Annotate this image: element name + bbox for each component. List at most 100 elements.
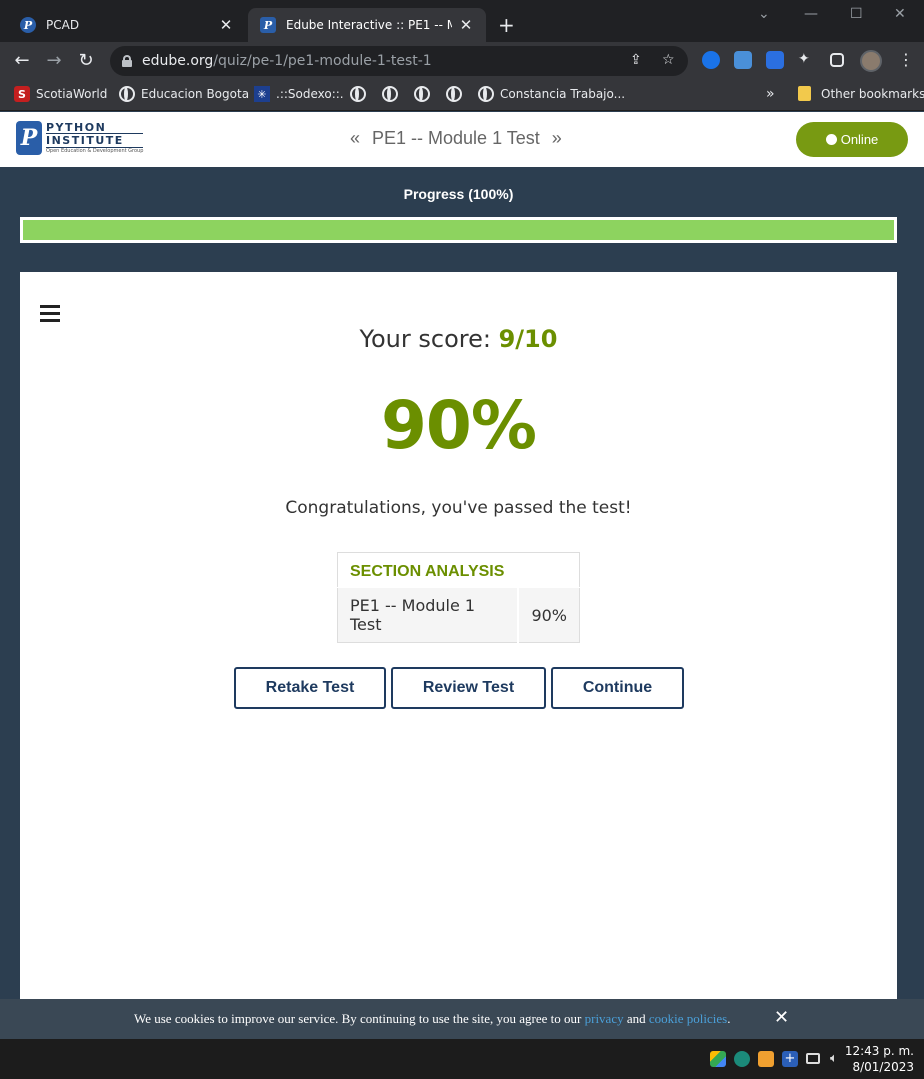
side-panel-icon[interactable] (830, 53, 844, 67)
globe-icon (478, 86, 494, 102)
section-analysis-title: SECTION ANALYSIS (350, 563, 505, 580)
globe-icon (446, 86, 462, 102)
system-clock[interactable]: 12:43 p. m. 8/01/2023 (845, 1043, 914, 1075)
previous-chevron-icon[interactable]: « (350, 128, 360, 149)
tab-search-icon[interactable]: ⌄ (758, 6, 770, 22)
logo-line3: Open Education & Development Group (46, 148, 144, 154)
profile-avatar[interactable] (860, 50, 882, 72)
python-institute-logo-icon: P (16, 121, 42, 155)
tab-title: PCAD (46, 18, 80, 32)
globe-icon (350, 86, 366, 102)
result-actions: Retake Test Review Test Continue (234, 667, 684, 709)
score-percent: 90% (381, 387, 537, 464)
progress-bar (20, 217, 897, 243)
clipboard-icon[interactable] (758, 1051, 774, 1067)
clock-date: 8/01/2023 (852, 1060, 914, 1074)
lock-icon (122, 55, 132, 67)
bookmark-scotiaworld[interactable]: S ScotiaWorld (14, 86, 107, 102)
maximize-icon[interactable]: ☐ (850, 6, 863, 22)
bookmarks-bar: S ScotiaWorld Educacion Bogota ✳ .::Sode… (0, 80, 924, 111)
menu-hamburger-icon[interactable] (40, 305, 60, 323)
cookie-close-icon[interactable]: ✕ (774, 1007, 789, 1028)
tab-title: Edube Interactive :: PE1 -- Modul (286, 18, 452, 32)
volume-icon[interactable]: 🔈︎ (830, 1051, 846, 1067)
cookie-text: We use cookies to improve our service. B… (134, 1011, 585, 1026)
bookmarks-overflow-button[interactable]: » (766, 86, 775, 102)
google-drive-icon[interactable] (710, 1051, 726, 1067)
forward-arrow-icon[interactable]: → (43, 50, 65, 72)
bookmark-globe-3[interactable] (414, 86, 436, 102)
python-institute-logo[interactable]: P PYTHON INSTITUTE Open Education & Deve… (16, 121, 144, 155)
tab-close-icon[interactable]: ✕ (218, 16, 234, 34)
bookmark-sodexo[interactable]: ✳ .::Sodexo::. (254, 86, 344, 102)
bookmark-label: ScotiaWorld (36, 87, 108, 101)
cookie-end: . (727, 1011, 731, 1026)
extension-cloud-icon[interactable] (734, 51, 752, 69)
pass-message: Congratulations, you've passed the test! (285, 498, 632, 518)
bookmark-label: Constancia Trabajo... (500, 87, 626, 101)
bookmark-label: .::Sodexo::. (276, 87, 344, 101)
cookie-and: and (623, 1011, 649, 1026)
online-status-button[interactable]: Online (796, 122, 908, 157)
logo-line1: PYTHON (46, 121, 107, 134)
back-arrow-icon[interactable]: ← (11, 50, 33, 72)
bookmark-label: Educacion Bogota (141, 87, 250, 101)
course-navigation: « PE1 -- Module 1 Test » (350, 128, 562, 149)
cookie-banner: We use cookies to improve our service. B… (0, 999, 924, 1039)
score-value: 9/10 (498, 325, 558, 353)
bookmark-globe-2[interactable] (382, 86, 404, 102)
bookmark-globe-4[interactable] (446, 86, 468, 102)
edge-tray-icon[interactable] (734, 1051, 750, 1067)
continue-button[interactable]: Continue (551, 667, 684, 709)
bookmark-globe-1[interactable] (350, 86, 372, 102)
section-analysis-table: SECTION ANALYSIS PE1 -- Module 1 Test 90… (337, 552, 580, 643)
extensions-puzzle-icon[interactable]: ✦ (798, 51, 816, 69)
tab-pcad[interactable]: P PCAD ✕ (8, 8, 246, 42)
progress-bar-fill (23, 220, 894, 240)
tab-close-icon[interactable]: ✕ (458, 16, 474, 34)
bookmark-star-icon[interactable]: ☆ (662, 52, 675, 68)
globe-icon (414, 86, 430, 102)
network-icon[interactable] (806, 1053, 820, 1064)
browser-toolbar: ← → ↻ edube.org/quiz/pe-1/pe1-module-1-t… (0, 42, 924, 80)
edube-favicon-icon: P (260, 17, 276, 33)
privacy-link[interactable]: privacy (585, 1011, 624, 1026)
section-score: 90% (517, 587, 580, 643)
extension-bookmark-icon[interactable] (702, 51, 720, 69)
table-row: PE1 -- Module 1 Test 90% (337, 587, 580, 643)
clock-time: 12:43 p. m. (844, 1044, 914, 1058)
next-chevron-icon[interactable]: » (552, 128, 562, 149)
sodexo-star-icon: ✳ (254, 86, 270, 102)
new-tab-button[interactable]: + (498, 14, 515, 36)
minimize-icon[interactable]: — (804, 6, 818, 22)
review-test-button[interactable]: Review Test (391, 667, 546, 709)
share-icon[interactable]: ⇪ (630, 52, 642, 68)
window-close-icon[interactable]: ✕ (894, 6, 906, 22)
address-bar[interactable]: edube.org/quiz/pe-1/pe1-module-1-test-1 … (110, 46, 688, 76)
url-domain: edube.org (142, 53, 214, 69)
retake-test-button[interactable]: Retake Test (234, 667, 386, 709)
windows-taskbar: + 🔈︎ 12:43 p. m. 8/01/2023 (0, 1039, 924, 1079)
bookmark-label: Other bookmarks (821, 86, 924, 101)
chrome-menu-icon[interactable]: ⋮ (898, 50, 914, 69)
site-header: P PYTHON INSTITUTE Open Education & Deve… (0, 112, 924, 167)
bookmark-other[interactable]: Other bookmarks (798, 86, 924, 101)
status-dot-icon (825, 134, 837, 145)
reload-icon[interactable]: ↻ (75, 50, 97, 72)
online-label: Online (840, 132, 879, 147)
bookmark-educacion-bogota[interactable]: Educacion Bogota (119, 86, 249, 102)
bookmark-constancia[interactable]: Constancia Trabajo... (478, 86, 625, 102)
quiz-result-panel: Your score: 9/10 90% Congratulations, yo… (20, 272, 897, 999)
tab-edube[interactable]: P Edube Interactive :: PE1 -- Modul ✕ (248, 8, 486, 42)
extension-shield-icon[interactable] (766, 51, 784, 69)
folder-icon (798, 86, 811, 101)
globe-icon (119, 86, 135, 102)
python-favicon-icon: P (20, 17, 36, 33)
course-title: PE1 -- Module 1 Test (372, 128, 540, 148)
cookie-policies-link[interactable]: cookie policies (649, 1011, 727, 1026)
section-name: PE1 -- Module 1 Test (337, 587, 519, 643)
score-prefix: Your score: (359, 325, 499, 353)
url-path: /quiz/pe-1/pe1-module-1-test-1 (213, 53, 432, 69)
logo-line2: INSTITUTE (46, 133, 144, 148)
plus-tray-icon[interactable]: + (782, 1051, 798, 1067)
